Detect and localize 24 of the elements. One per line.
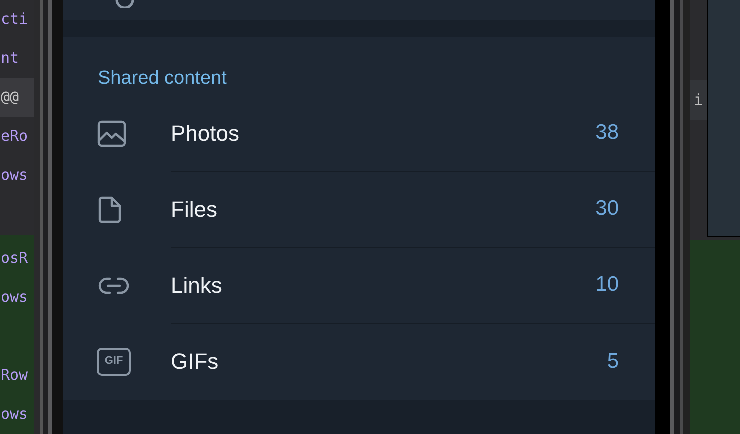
row-label: GIFs — [171, 348, 219, 376]
code-line: cti — [0, 9, 30, 30]
code-line: ows — [0, 404, 30, 426]
gif-icon: GIF — [97, 348, 131, 376]
section-title: Shared content — [97, 67, 227, 91]
file-icon — [97, 194, 123, 224]
item-count: 38 — [596, 120, 619, 146]
image-icon — [97, 118, 127, 148]
code-line: Row — [0, 365, 30, 386]
code-line: ows — [0, 287, 30, 308]
row-label: Links — [171, 272, 222, 300]
item-count: 30 — [596, 196, 619, 222]
row-label: Photos — [171, 120, 240, 148]
shared-content-row[interactable]: Files 30 — [63, 172, 655, 248]
item-count: 5 — [607, 348, 619, 375]
row-label: Files — [171, 196, 218, 224]
code-line: ows — [0, 165, 30, 186]
shared-content-row[interactable]: Photos 38 — [63, 96, 655, 172]
shared-content-row[interactable]: GIF GIFs 5 — [63, 324, 655, 400]
gutter-marker: i — [690, 80, 707, 120]
item-count: 10 — [596, 272, 619, 298]
code-line: eRo — [0, 126, 30, 148]
code-line: osR — [0, 248, 30, 270]
code-line: nt — [0, 48, 20, 70]
